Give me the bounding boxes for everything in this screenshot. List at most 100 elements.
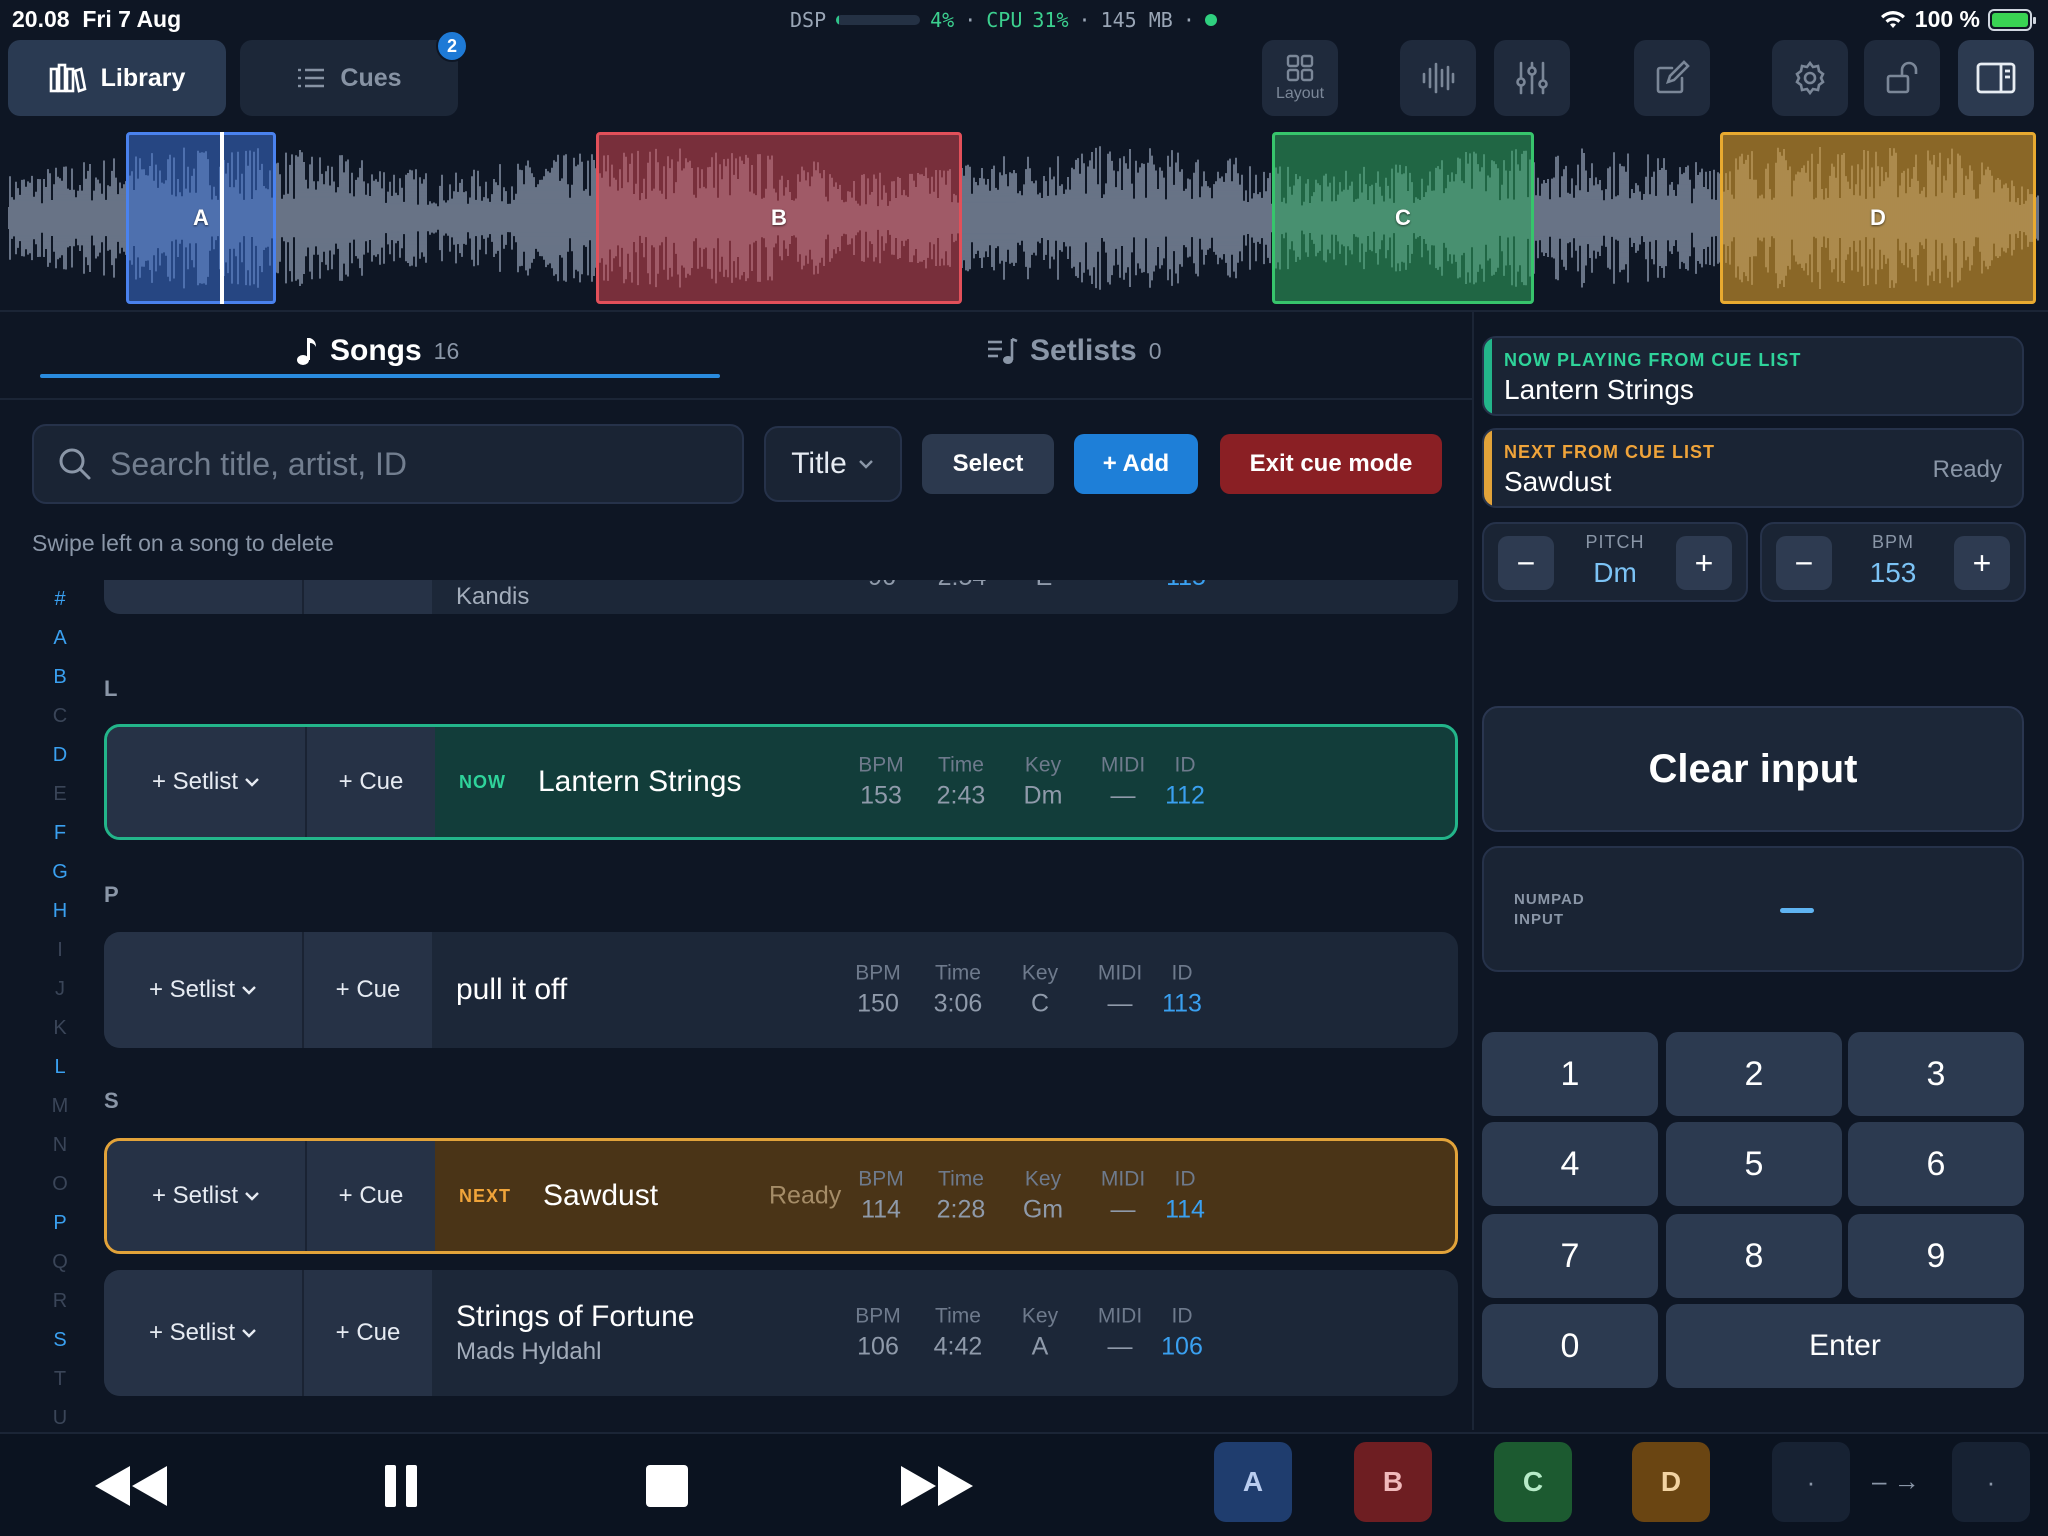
waveform-button[interactable] bbox=[1400, 40, 1476, 116]
song-row[interactable]: + Setlist + Cue NOW Lantern Strings BPM 153 Ti… bbox=[104, 724, 1458, 840]
cue-region-a[interactable]: A bbox=[126, 132, 276, 304]
alphabet-index-letter[interactable]: H bbox=[40, 892, 80, 931]
cue-pad-b[interactable]: B bbox=[1354, 1442, 1432, 1522]
sort-label: Title bbox=[791, 447, 847, 480]
cue-pad-a[interactable]: A bbox=[1214, 1442, 1292, 1522]
cue-pad-c[interactable]: C bbox=[1494, 1442, 1572, 1522]
chevron-down-icon bbox=[245, 1192, 259, 1201]
search-input[interactable] bbox=[110, 445, 710, 483]
exit-cue-mode-button[interactable]: Exit cue mode bbox=[1220, 434, 1442, 494]
song-list[interactable]: #ABCDEFGHIJKLMNOPQRSTU Kandis 96 2:54 E … bbox=[0, 580, 1472, 1430]
song-row-body[interactable]: pull it off BPM 150 Time 3:06 Key C MIDI — ID 113 bbox=[432, 932, 1458, 1048]
waveform-view[interactable]: A B C D bbox=[8, 132, 2040, 304]
alphabet-index-letter[interactable]: F bbox=[40, 814, 80, 853]
song-row-body[interactable]: Strings of Fortune Mads Hyldahl BPM 106 Time… bbox=[432, 1270, 1458, 1396]
cues-tab[interactable]: Cues 2 bbox=[240, 30, 468, 116]
cpu-label: CPU bbox=[986, 8, 1023, 32]
sort-dropdown[interactable]: Title bbox=[764, 426, 902, 502]
lock-button[interactable] bbox=[1864, 40, 1940, 116]
numpad-key-8[interactable]: 8 bbox=[1666, 1214, 1842, 1298]
add-cue-button[interactable]: + Cue bbox=[304, 1270, 432, 1396]
numpad-enter-button[interactable]: Enter bbox=[1666, 1304, 2024, 1388]
alphabet-index-letter[interactable]: G bbox=[40, 853, 80, 892]
add-song-button[interactable]: + Add bbox=[1074, 434, 1198, 494]
pause-button[interactable] bbox=[376, 1456, 426, 1516]
alphabet-index-letter[interactable]: O bbox=[40, 1165, 80, 1204]
numpad-key-1[interactable]: 1 bbox=[1482, 1032, 1658, 1116]
divider bbox=[0, 398, 1472, 400]
cue-pad-d[interactable]: D bbox=[1632, 1442, 1710, 1522]
layout-button[interactable]: Layout bbox=[1262, 40, 1338, 116]
add-cue-button[interactable]: + Cue bbox=[307, 727, 435, 837]
tab-songs[interactable]: Songs 16 bbox=[296, 330, 459, 372]
add-to-setlist-button[interactable] bbox=[104, 580, 304, 614]
alphabet-index-letter[interactable]: J bbox=[40, 970, 80, 1009]
alphabet-index-letter[interactable]: L bbox=[40, 1048, 80, 1087]
song-artist: Kandis bbox=[456, 583, 530, 610]
alphabet-index-letter[interactable]: T bbox=[40, 1360, 80, 1399]
clear-input-button[interactable]: Clear input bbox=[1482, 706, 2024, 832]
numpad-key-6[interactable]: 6 bbox=[1848, 1122, 2024, 1206]
select-button[interactable]: Select bbox=[922, 434, 1054, 494]
sidebar-toggle-button[interactable] bbox=[1958, 40, 2034, 116]
numpad-key-2[interactable]: 2 bbox=[1666, 1032, 1842, 1116]
add-to-setlist-button[interactable]: + Setlist bbox=[104, 932, 304, 1048]
numpad-key-0[interactable]: 0 bbox=[1482, 1304, 1658, 1388]
song-row-partial[interactable]: Kandis 96 2:54 E — 115 bbox=[104, 580, 1458, 614]
song-row-body[interactable]: Kandis 96 2:54 E — 115 bbox=[432, 580, 1458, 614]
cue-region-b[interactable]: B bbox=[596, 132, 962, 304]
song-row-body[interactable]: NEXT Sawdust Ready BPM 114 Time 2:28 Key Gm MIDI —… bbox=[435, 1141, 1455, 1251]
alphabet-index-letter[interactable]: U bbox=[40, 1399, 80, 1430]
numpad-key-4[interactable]: 4 bbox=[1482, 1122, 1658, 1206]
song-row[interactable]: + Setlist + Cue NEXT Sawdust Ready BPM 114 Time… bbox=[104, 1138, 1458, 1254]
alphabet-index-letter[interactable]: Q bbox=[40, 1243, 80, 1282]
sliders-icon bbox=[1516, 61, 1548, 95]
cue-region-c[interactable]: C bbox=[1272, 132, 1534, 304]
numpad-key-3[interactable]: 3 bbox=[1848, 1032, 2024, 1116]
pitch-increase-button[interactable]: + bbox=[1676, 536, 1732, 590]
add-to-setlist-button[interactable]: + Setlist bbox=[107, 727, 307, 837]
alphabet-index-letter[interactable]: K bbox=[40, 1009, 80, 1048]
alphabet-index-letter[interactable]: I bbox=[40, 931, 80, 970]
add-to-setlist-button[interactable]: + Setlist bbox=[104, 1270, 304, 1396]
alphabet-index-letter[interactable]: P bbox=[40, 1204, 80, 1243]
transport-bar: ABCD · – → · bbox=[0, 1432, 2048, 1536]
numpad-key-9[interactable]: 9 bbox=[1848, 1214, 2024, 1298]
numpad-key-7[interactable]: 7 bbox=[1482, 1214, 1658, 1298]
stop-button[interactable] bbox=[640, 1456, 694, 1516]
alphabet-index-letter[interactable]: M bbox=[40, 1087, 80, 1126]
alphabet-index-letter[interactable]: # bbox=[40, 580, 80, 619]
alphabet-index[interactable]: # A B C D E F G H I J K L M N O P Q R S T U bbox=[40, 580, 80, 1430]
bpm-decrease-button[interactable]: − bbox=[1776, 536, 1832, 590]
add-to-setlist-button[interactable]: + Setlist bbox=[107, 1141, 307, 1251]
alphabet-index-letter[interactable]: N bbox=[40, 1126, 80, 1165]
add-cue-button[interactable]: + Cue bbox=[304, 932, 432, 1048]
alphabet-index-letter[interactable]: B bbox=[40, 658, 80, 697]
mixer-button[interactable] bbox=[1494, 40, 1570, 116]
alphabet-index-letter[interactable]: C bbox=[40, 697, 80, 736]
search-box[interactable] bbox=[32, 424, 744, 504]
pitch-decrease-button[interactable]: − bbox=[1498, 536, 1554, 590]
tab-setlists[interactable]: Setlists 0 bbox=[986, 330, 1162, 372]
playhead[interactable] bbox=[220, 132, 224, 304]
add-cue-button[interactable] bbox=[304, 580, 432, 614]
cue-region-d[interactable]: D bbox=[1720, 132, 2036, 304]
bpm-increase-button[interactable]: + bbox=[1954, 536, 2010, 590]
edit-button[interactable] bbox=[1634, 40, 1710, 116]
cue-slot-from[interactable]: · bbox=[1772, 1442, 1850, 1522]
rewind-button[interactable] bbox=[90, 1456, 172, 1516]
alphabet-index-letter[interactable]: D bbox=[40, 736, 80, 775]
add-cue-button[interactable]: + Cue bbox=[307, 1141, 435, 1251]
numpad-key-5[interactable]: 5 bbox=[1666, 1122, 1842, 1206]
library-tab[interactable]: Library bbox=[8, 40, 226, 116]
alphabet-index-letter[interactable]: S bbox=[40, 1321, 80, 1360]
fast-forward-button[interactable] bbox=[896, 1456, 978, 1516]
alphabet-index-letter[interactable]: R bbox=[40, 1282, 80, 1321]
settings-button[interactable] bbox=[1772, 40, 1848, 116]
song-row[interactable]: + Setlist + Cue pull it off BPM 150 Time 3:06 K… bbox=[104, 932, 1458, 1048]
song-row[interactable]: + Setlist + Cue Strings of Fortune Mads Hyl… bbox=[104, 1270, 1458, 1396]
song-row-body[interactable]: NOW Lantern Strings BPM 153 Time 2:43 Key Dm MID… bbox=[435, 727, 1455, 837]
cue-slot-to[interactable]: · bbox=[1952, 1442, 2030, 1522]
alphabet-index-letter[interactable]: E bbox=[40, 775, 80, 814]
alphabet-index-letter[interactable]: A bbox=[40, 619, 80, 658]
